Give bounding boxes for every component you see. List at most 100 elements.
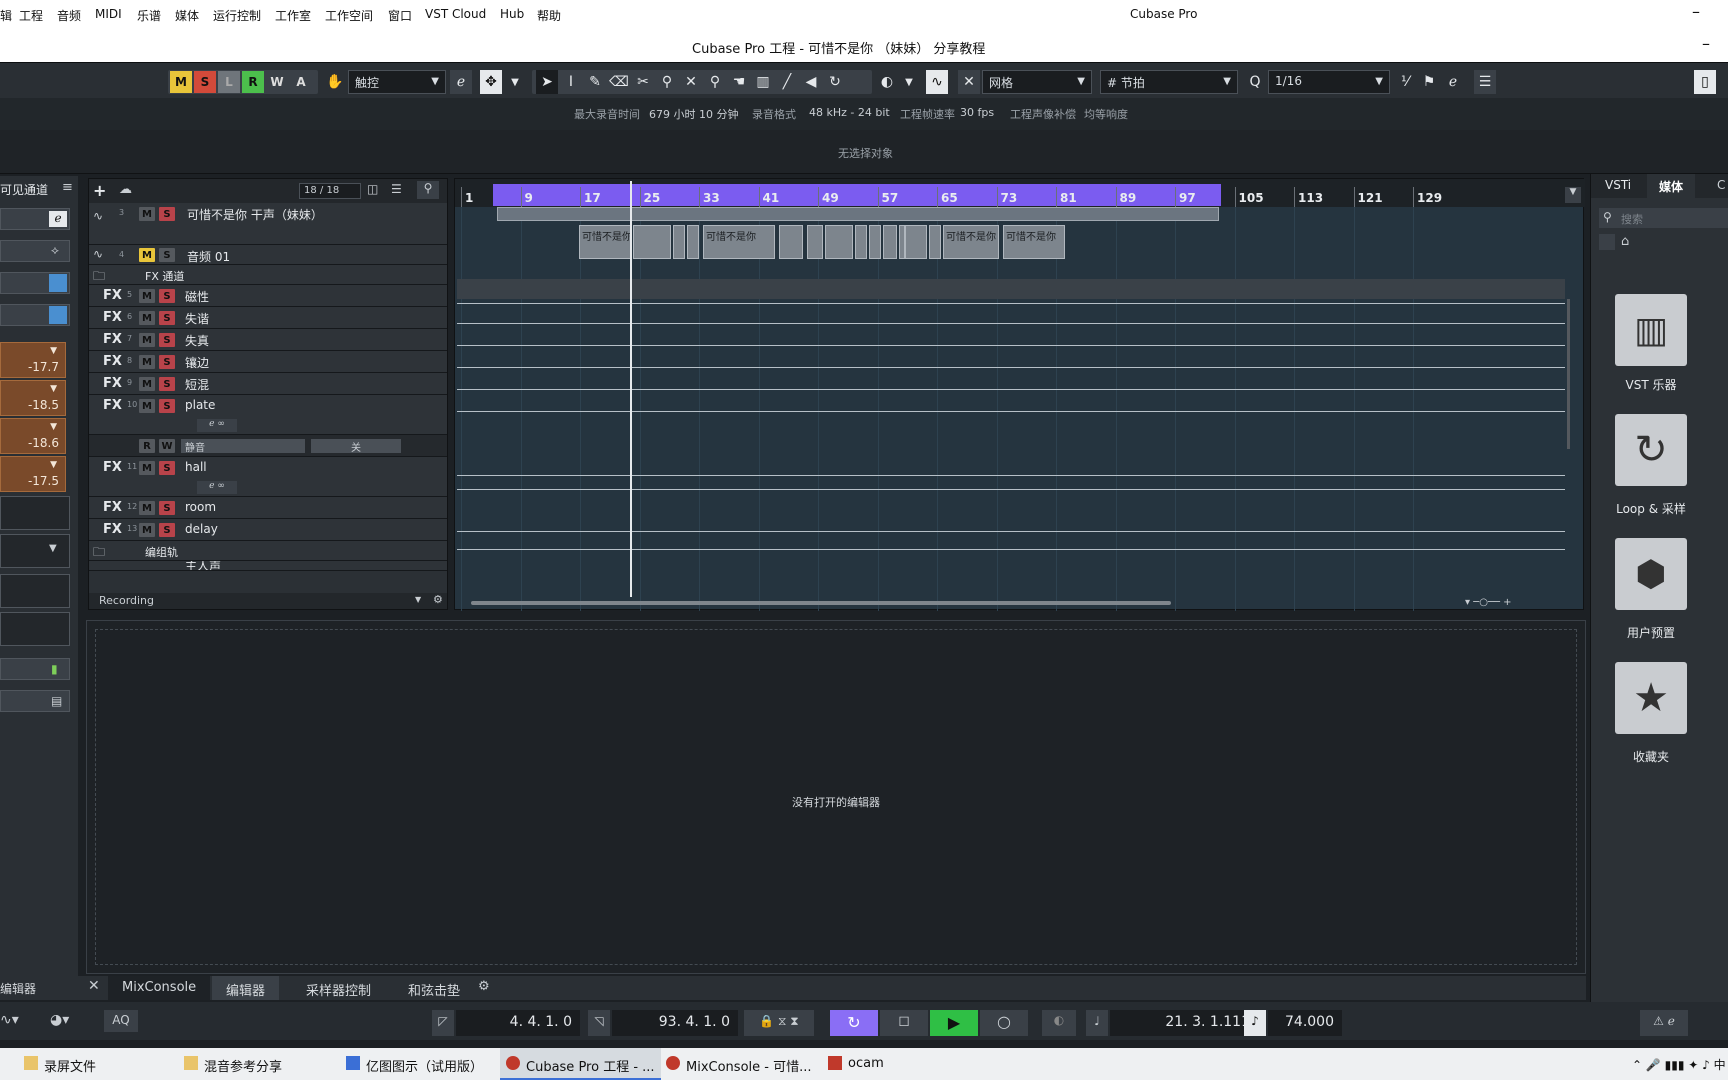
- fx-track-row[interactable]: FX 8 M S 镶边: [89, 351, 447, 373]
- cycle-button[interactable]: ↻: [830, 1010, 878, 1036]
- solo-button[interactable]: S: [159, 333, 175, 347]
- write-button[interactable]: W: [266, 71, 288, 93]
- snap-toggle-icon[interactable]: ∿: [926, 70, 948, 94]
- solo-button[interactable]: S: [159, 355, 175, 369]
- framerate-value[interactable]: 30 fps: [960, 106, 994, 119]
- auto-punch-icon[interactable]: ◐: [1042, 1010, 1076, 1036]
- quantize-icon[interactable]: Q: [1244, 70, 1266, 94]
- play-button[interactable]: ▶: [930, 1010, 978, 1036]
- search-icon[interactable]: ⚲: [417, 181, 439, 199]
- back-icon[interactable]: [1599, 234, 1615, 250]
- track-row[interactable]: ∿ 4 M S 音频 01: [89, 245, 447, 265]
- move-tool-icon[interactable]: ✥: [480, 70, 502, 94]
- menu-item[interactable]: 音频: [57, 7, 81, 24]
- mute-button[interactable]: M: [139, 289, 155, 303]
- solo-button[interactable]: S: [159, 523, 175, 537]
- horizontal-scrollbar[interactable]: [471, 601, 1171, 605]
- mute-button[interactable]: M: [139, 461, 155, 475]
- inspector-edit-row[interactable]: ℯ: [0, 208, 70, 230]
- ruler[interactable]: 1 9 17 25 33 41 49 57 65 73 81 89 97 105 113 121 129 ▼: [455, 179, 1585, 207]
- track-counter[interactable]: 18 / 18: [299, 183, 361, 199]
- track-name[interactable]: plate: [185, 398, 215, 412]
- tab-editor-left[interactable]: 编辑器: [0, 980, 36, 997]
- menu-item[interactable]: 工作室: [275, 7, 311, 24]
- audio-clip[interactable]: [905, 225, 927, 259]
- fx-track-row[interactable]: FX 10 M Splate ℯ ∞: [89, 395, 447, 435]
- read-button[interactable]: R: [242, 71, 264, 93]
- solo-button[interactable]: S: [159, 399, 175, 413]
- inspector-row[interactable]: [0, 574, 70, 608]
- chevron-down-icon[interactable]: ▼: [415, 595, 421, 604]
- media-search[interactable]: ⚲ 搜索: [1599, 208, 1728, 228]
- tab-mixconsole[interactable]: MixConsole: [108, 976, 211, 1000]
- track-name[interactable]: room: [185, 500, 216, 514]
- auto-button[interactable]: A: [290, 71, 312, 93]
- fx-track-row[interactable]: FX 5 M S 磁性: [89, 285, 447, 307]
- taskbar-item[interactable]: MixConsole - 可惜...: [660, 1048, 817, 1080]
- eraser-tool-icon[interactable]: ⌫: [608, 70, 630, 94]
- waveform-icon[interactable]: ∿▾: [0, 1012, 19, 1028]
- track-name[interactable]: delay: [185, 522, 218, 536]
- fx-track-row[interactable]: FX 9 M S 短混: [89, 373, 447, 395]
- playhead-cursor[interactable]: [630, 181, 632, 597]
- track-name[interactable]: 短混: [185, 376, 209, 393]
- speaker-tool-icon[interactable]: ◀: [800, 70, 822, 94]
- menu-item[interactable]: MIDI: [95, 7, 122, 21]
- track-name[interactable]: 磁性: [185, 288, 209, 305]
- write-button[interactable]: W: [159, 439, 175, 453]
- gear-icon[interactable]: ⚙: [433, 593, 443, 606]
- hand-tool-icon[interactable]: ☚: [728, 70, 750, 94]
- tab-sampler-control[interactable]: 采样器控制: [292, 976, 385, 1000]
- loops-samples-tile[interactable]: ↻: [1615, 414, 1687, 486]
- inspector-row[interactable]: [0, 496, 70, 530]
- mute-button[interactable]: M: [139, 333, 155, 347]
- solo-button[interactable]: S: [159, 311, 175, 325]
- taskbar-item[interactable]: 录屏文件: [18, 1048, 102, 1080]
- edit-icon[interactable]: ℯ: [450, 70, 472, 94]
- align-icon[interactable]: ☰: [1474, 70, 1496, 94]
- folder-name[interactable]: 编组轨: [145, 544, 178, 560]
- split-tool-icon[interactable]: ✂: [632, 70, 654, 94]
- line-tool-icon[interactable]: ╱: [776, 70, 798, 94]
- automation-value[interactable]: 关: [311, 439, 401, 454]
- glue-tool-icon[interactable]: ⚲: [656, 70, 678, 94]
- folder-row[interactable]: 🗀 编组轨: [89, 541, 447, 561]
- mute-button[interactable]: M: [139, 248, 155, 262]
- mute-button[interactable]: M: [139, 377, 155, 391]
- lock-punch-icon[interactable]: 🔒 ⧖ ⧗: [744, 1010, 814, 1036]
- stop-button[interactable]: ◻: [880, 1010, 928, 1036]
- track-name[interactable]: 音频 01: [187, 248, 230, 265]
- audio-clip[interactable]: [883, 225, 897, 259]
- range-tool-icon[interactable]: I: [560, 70, 582, 94]
- mute-button[interactable]: M: [139, 501, 155, 515]
- grid-type-select[interactable]: # 节拍 ▼: [1100, 70, 1238, 94]
- loudness-label[interactable]: 均等响度: [1084, 106, 1128, 122]
- menu-icon[interactable]: ≡: [62, 180, 73, 195]
- solo-button[interactable]: S: [159, 289, 175, 303]
- audio-clip[interactable]: 可惜不是你: [579, 225, 631, 259]
- taskbar-item[interactable]: 亿图图示（试用版）: [340, 1048, 489, 1080]
- user-presets-tile[interactable]: ⬢: [1615, 538, 1687, 610]
- menu-item[interactable]: 工程: [19, 7, 43, 24]
- track-name[interactable]: hall: [185, 460, 207, 474]
- pencil-tool-icon[interactable]: ✎: [584, 70, 606, 94]
- menu-item[interactable]: 帮助: [537, 7, 561, 24]
- comp-tool-icon[interactable]: ▥: [752, 70, 774, 94]
- listen-button[interactable]: L: [218, 71, 240, 93]
- home-icon[interactable]: ⌂: [1621, 234, 1629, 249]
- folder-row[interactable]: 🗀 FX 通道: [89, 265, 447, 285]
- edit-link-icon[interactable]: ℯ ∞: [197, 481, 237, 494]
- chevron-down-icon[interactable]: ▼: [898, 70, 920, 94]
- taskbar-item[interactable]: 混音参考分享: [178, 1048, 288, 1080]
- audio-clip[interactable]: [807, 225, 823, 259]
- menu-item[interactable]: VST Cloud: [425, 7, 486, 21]
- solo-button[interactable]: S: [159, 461, 175, 475]
- inspector-row[interactable]: [0, 304, 70, 326]
- cloud-icon[interactable]: ☁: [119, 182, 132, 197]
- add-track-icon[interactable]: +: [93, 181, 106, 200]
- quantize-select[interactable]: 1/16 ▼: [1268, 70, 1390, 94]
- layout-icon[interactable]: ▯: [1694, 70, 1716, 94]
- inspector-row[interactable]: ▼: [0, 534, 70, 568]
- track-name[interactable]: 失真: [185, 332, 209, 349]
- inspector-row[interactable]: ▮: [0, 658, 70, 680]
